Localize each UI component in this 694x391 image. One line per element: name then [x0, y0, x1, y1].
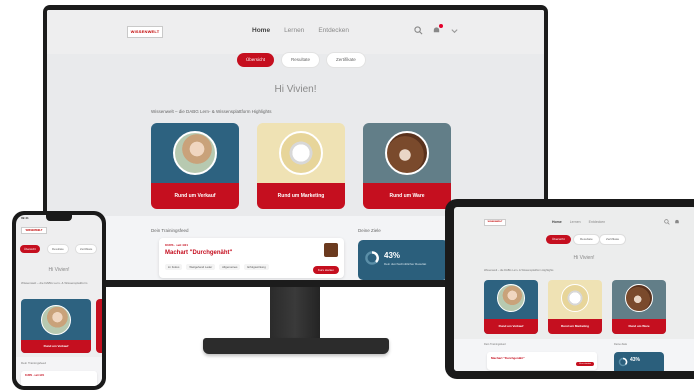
tablet: WISSENWELT Home Lernen Entdecken Übersic… — [445, 199, 694, 379]
chip: Erfolgswirkung — [244, 264, 269, 270]
tablet-screen: WISSENWELT Home Lernen Entdecken Übersic… — [454, 207, 694, 371]
start-course-button[interactable]: Kurs starten — [576, 362, 594, 366]
chevron-down-icon[interactable] — [450, 26, 459, 35]
card-label: Rund um Verkauf — [21, 340, 91, 353]
training-feed-card[interactable]: KURS · seit 4/21 Machart "Durchgenäht" i… — [159, 238, 344, 278]
shoes-image — [625, 284, 653, 312]
nav-link-home[interactable]: Home — [252, 27, 270, 34]
card-label: Rund um Ware — [363, 183, 451, 209]
tablet-tab-resultate[interactable]: Resultate — [574, 235, 599, 244]
person-with-box-image — [173, 131, 217, 175]
notification-wrap[interactable] — [432, 24, 443, 35]
card-ware[interactable]: Rund um Ware — [363, 123, 451, 209]
phone-card-partial — [96, 299, 102, 353]
tablet-feed-title: Dein Trainingsfeed — [484, 343, 506, 346]
course-title: Machart "Durchgenäht" — [165, 250, 233, 256]
nav-link-lernen[interactable]: Lernen — [570, 220, 581, 224]
goals-card[interactable]: 43% Dein durchschnittlicher Resultat — [358, 240, 448, 280]
nav-icons — [414, 24, 459, 35]
smartphone: 09:41 WISSENWELT Übersicht Resultate Zer… — [12, 211, 106, 390]
training-feed-title: Dein Trainingsfeed — [151, 228, 189, 233]
phone-feed-title: Dein Trainingsfeed — [21, 361, 47, 365]
card-label: Rund um Marketing — [548, 319, 602, 334]
highlight-cards: Rund um Verkauf Rund um Marketing Rund u… — [151, 123, 451, 209]
greeting: Hi Vivien! — [274, 84, 317, 95]
brand-logo[interactable]: WISSENWELT — [127, 26, 163, 38]
tablet-card-verkauf[interactable]: Rund um Verkauf — [484, 280, 538, 334]
course-meta: KURS · seit 4/21 — [165, 243, 189, 247]
chip: im Fokus — [165, 264, 183, 270]
phone-tab-resultate[interactable]: Resultate — [48, 245, 68, 253]
nav-link-lernen[interactable]: Lernen — [284, 27, 304, 34]
phone-tab-uebersicht[interactable]: Übersicht — [20, 245, 40, 253]
tab-bar: Übersicht Resultate Zertifikate — [237, 53, 365, 67]
bell-icon[interactable] — [674, 219, 680, 225]
card-label: Rund um Verkauf — [484, 319, 538, 334]
card-label: Rund um Verkauf — [151, 183, 239, 209]
tablet-card-ware[interactable]: Rund um Ware — [612, 280, 666, 334]
start-course-button[interactable]: Kurs starten — [312, 266, 339, 274]
phone-greeting: Hi Vivien! — [48, 267, 70, 273]
phone-section-title: Wissenwelt – die DABG Lern- & Wissenspla… — [21, 281, 88, 285]
tablet-card-marketing[interactable]: Rund um Marketing — [548, 280, 602, 334]
phone-screen: 09:41 WISSENWELT Übersicht Resultate Zer… — [16, 215, 102, 386]
notification-dot — [439, 24, 443, 28]
tablet-tab-uebersicht[interactable]: Übersicht — [546, 235, 571, 244]
card-label: Rund um Marketing — [257, 183, 345, 209]
monitor-stand-neck — [270, 287, 320, 342]
section-title: Wissenwelt – die DABG Lern- & Wissenspla… — [151, 109, 272, 114]
person-with-box-image — [41, 305, 71, 335]
tablet-goals-title: Deine Ziele — [614, 343, 628, 346]
nav-link-entdecken[interactable]: Entdecken — [589, 220, 606, 224]
search-icon[interactable] — [414, 26, 423, 35]
nav-link-entdecken[interactable]: Entdecken — [318, 27, 349, 34]
notebook-image — [279, 131, 323, 175]
chip: Weitgehend Leder — [186, 264, 216, 270]
goal-percent: 43% — [630, 357, 641, 363]
phone-card-verkauf[interactable]: Rund um Verkauf — [21, 299, 91, 353]
course-title: Machart "Durchgenäht" — [491, 356, 525, 360]
status-time: 09:41 — [21, 216, 29, 220]
card-verkauf[interactable]: Rund um Verkauf — [151, 123, 239, 209]
tablet-section-title: Wissenwelt – die DABG Lern- & Wissenspla… — [484, 269, 554, 272]
goal-percent: 43% — [384, 251, 401, 260]
monitor-stand-base — [203, 338, 389, 354]
tablet-greeting: Hi Vivien! — [573, 255, 595, 261]
tab-resultate[interactable]: Resultate — [282, 53, 320, 67]
course-thumbnail — [324, 243, 338, 257]
chip: Allgemeines — [219, 264, 241, 270]
tablet-feed-card[interactable]: Machart "Durchgenäht" Kurs starten — [487, 352, 597, 370]
goals-title: Deine Ziele — [358, 228, 381, 233]
course-chips: im Fokus Weitgehend Leder Allgemeines Er… — [165, 264, 269, 270]
tab-uebersicht[interactable]: Übersicht — [237, 53, 275, 67]
tablet-logo[interactable]: WISSENWELT — [484, 219, 506, 226]
top-navigation: WISSENWELT Home Lernen Entdecken — [47, 10, 544, 54]
tablet-tab-zertifikate[interactable]: Zertifikate — [600, 235, 626, 244]
course-meta: KURS · seit 4/21 — [25, 374, 45, 377]
phone-notch — [46, 215, 72, 221]
tablet-nav-links: Home Lernen Entdecken — [552, 220, 605, 224]
goal-caption: Dein durchschnittlicher Resultat — [384, 262, 427, 266]
notebook-image — [561, 284, 589, 312]
person-with-box-image — [497, 284, 525, 312]
card-label: Rund um Ware — [612, 319, 666, 334]
phone-feed-card[interactable]: KURS · seit 4/21 — [21, 371, 97, 386]
phone-tab-zertifikate[interactable]: Zertifikate — [76, 245, 97, 253]
progress-ring-icon — [365, 251, 379, 265]
tablet-goals-card[interactable]: 43% — [614, 352, 664, 371]
nav-links: Home Lernen Entdecken — [252, 27, 349, 34]
tab-zertifikate[interactable]: Zertifikate — [327, 53, 365, 67]
card-marketing[interactable]: Rund um Marketing — [257, 123, 345, 209]
shoes-image — [385, 131, 429, 175]
phone-logo[interactable]: WISSENWELT — [21, 227, 47, 234]
device-mockup-stage: WISSENWELT Home Lernen Entdecken Übersic… — [0, 0, 694, 391]
progress-ring-icon — [618, 357, 628, 367]
nav-link-home[interactable]: Home — [552, 220, 562, 224]
search-icon[interactable] — [664, 219, 670, 225]
